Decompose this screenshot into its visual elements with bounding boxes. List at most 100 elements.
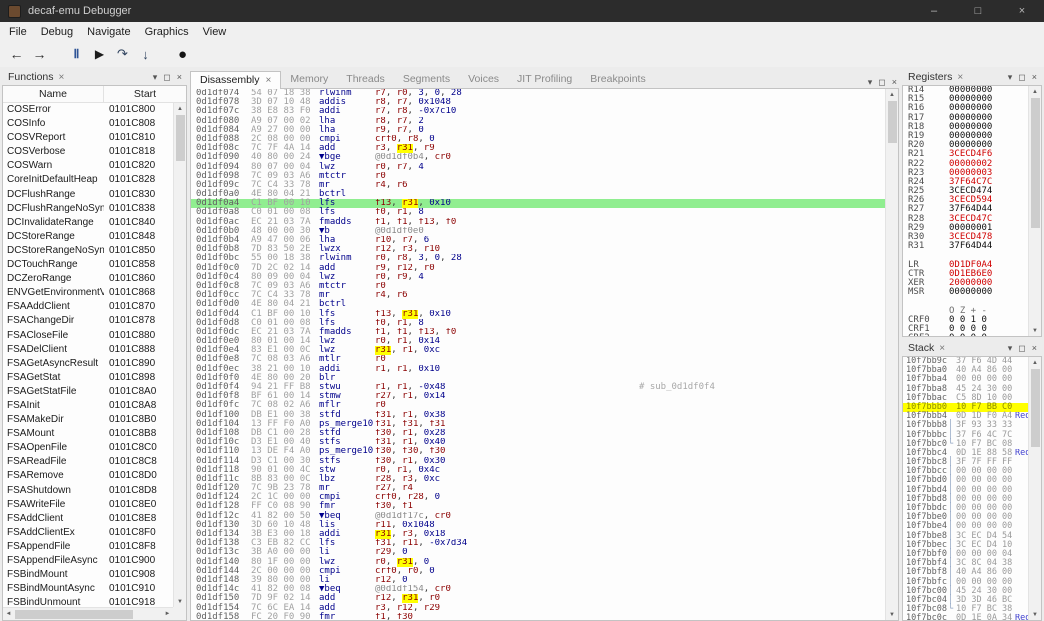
tab-memory[interactable]: Memory bbox=[281, 71, 337, 88]
function-row[interactable]: FSAMount0101C8B8 bbox=[3, 427, 173, 441]
menu-file[interactable]: File bbox=[2, 24, 34, 40]
registers-scroll-thumb[interactable] bbox=[1031, 98, 1040, 228]
function-row[interactable]: FSADelClient0101C888 bbox=[3, 343, 173, 357]
panel-menu-icon[interactable]: ▾ bbox=[1008, 72, 1013, 83]
stack-vertical-scrollbar[interactable]: ▲ ▼ bbox=[1028, 357, 1041, 620]
function-row[interactable]: COSVerbose0101C818 bbox=[3, 145, 173, 159]
tab-jit-profiling[interactable]: JIT Profiling bbox=[508, 71, 581, 88]
panel-float-icon[interactable]: ◻ bbox=[878, 77, 885, 88]
registers-tab-close-icon[interactable]: × bbox=[957, 72, 963, 83]
function-row[interactable]: FSAppendFile0101C8F8 bbox=[3, 540, 173, 554]
scroll-left-icon[interactable]: ◄ bbox=[3, 609, 14, 620]
panel-menu-icon[interactable]: ▾ bbox=[153, 72, 158, 83]
run-button[interactable]: ▶ bbox=[88, 43, 111, 65]
register-row[interactable]: R3137F64D44 bbox=[903, 242, 1028, 251]
function-row[interactable]: FSAOpenFile0101C8C0 bbox=[3, 441, 173, 455]
function-row[interactable]: FSAAddClient0101C870 bbox=[3, 300, 173, 314]
function-row[interactable]: DCFlushRangeNoSync0101C838 bbox=[3, 202, 173, 216]
column-header-start[interactable]: Start bbox=[104, 86, 186, 102]
panel-float-icon[interactable]: ◻ bbox=[1018, 72, 1025, 83]
function-row[interactable]: ENVGetEnvironmentVariable0101C868 bbox=[3, 286, 173, 300]
functions-horizontal-scrollbar[interactable]: ◄ ► bbox=[3, 607, 173, 620]
function-row[interactable]: FSAShutdown0101C8D8 bbox=[3, 484, 173, 498]
menu-view[interactable]: View bbox=[196, 24, 234, 40]
function-row[interactable]: DCInvalidateRange0101C840 bbox=[3, 216, 173, 230]
function-row[interactable]: FSACloseFile0101C880 bbox=[3, 329, 173, 343]
menu-debug[interactable]: Debug bbox=[34, 24, 80, 40]
function-row[interactable]: FSAReadFile0101C8C8 bbox=[3, 455, 173, 469]
scroll-right-icon[interactable]: ► bbox=[162, 609, 173, 620]
tab-disassembly[interactable]: Disassembly× bbox=[190, 71, 281, 89]
function-row[interactable]: FSAInit0101C8A8 bbox=[3, 399, 173, 413]
tab-voices[interactable]: Voices bbox=[459, 71, 508, 88]
maximize-button[interactable]: □ bbox=[956, 0, 1000, 22]
menu-navigate[interactable]: Navigate bbox=[80, 24, 137, 40]
function-row[interactable]: FSAWriteFile0101C8E0 bbox=[3, 498, 173, 512]
function-row[interactable]: FSAChangeDir0101C878 bbox=[3, 314, 173, 328]
function-row[interactable]: COSWarn0101C820 bbox=[3, 159, 173, 173]
pause-button[interactable]: Ⅱ bbox=[65, 43, 88, 65]
functions-vertical-scrollbar[interactable]: ▲ ▼ bbox=[173, 103, 186, 607]
panel-close-icon[interactable]: × bbox=[177, 72, 182, 83]
tab-threads[interactable]: Threads bbox=[337, 71, 394, 88]
panel-menu-icon[interactable]: ▾ bbox=[1008, 343, 1013, 354]
stack-scroll-thumb[interactable] bbox=[1031, 369, 1040, 447]
panel-float-icon[interactable]: ◻ bbox=[163, 72, 170, 83]
tab-segments[interactable]: Segments bbox=[394, 71, 459, 88]
function-row[interactable]: FSAGetStatFile0101C8A0 bbox=[3, 385, 173, 399]
registers-vertical-scrollbar[interactable]: ▲ ▼ bbox=[1028, 86, 1041, 336]
panel-close-icon[interactable]: × bbox=[892, 77, 897, 88]
menu-graphics[interactable]: Graphics bbox=[138, 24, 196, 40]
step-into-button[interactable]: ↓ bbox=[134, 43, 157, 65]
functions-tab-close-icon[interactable]: × bbox=[59, 72, 65, 83]
stack-tab-close-icon[interactable]: × bbox=[939, 343, 945, 354]
nav-forward-button[interactable]: → bbox=[28, 43, 51, 65]
function-row[interactable]: FSAddClientEx0101C8F0 bbox=[3, 526, 173, 540]
nav-back-button[interactable]: ← bbox=[5, 43, 28, 65]
scroll-up-icon[interactable]: ▲ bbox=[887, 89, 898, 100]
stack-row[interactable]: 10f7bc0c 0D 1E 0A 34RedCarpet::<unknown>… bbox=[903, 614, 1028, 620]
record-button[interactable]: ● bbox=[171, 43, 194, 65]
function-row[interactable]: FSAddClient0101C8E8 bbox=[3, 512, 173, 526]
function-row[interactable]: DCFlushRange0101C830 bbox=[3, 188, 173, 202]
function-row[interactable]: DCZeroRange0101C860 bbox=[3, 272, 173, 286]
function-row[interactable]: FSAGetAsyncResult0101C890 bbox=[3, 357, 173, 371]
panel-float-icon[interactable]: ◻ bbox=[1018, 343, 1025, 354]
scroll-down-icon[interactable]: ▼ bbox=[1030, 325, 1041, 336]
panel-close-icon[interactable]: × bbox=[1032, 343, 1037, 354]
scroll-down-icon[interactable]: ▼ bbox=[1030, 609, 1041, 620]
function-row[interactable]: FSBindMountAsync0101C910 bbox=[3, 582, 173, 596]
register-row[interactable]: CRF20 0 0 0 bbox=[903, 334, 1028, 336]
panel-close-icon[interactable]: × bbox=[1032, 72, 1037, 83]
function-row[interactable]: CoreInitDefaultHeap0101C828 bbox=[3, 173, 173, 187]
scroll-down-icon[interactable]: ▼ bbox=[175, 596, 186, 607]
function-row[interactable]: COSInfo0101C808 bbox=[3, 117, 173, 131]
column-header-name[interactable]: Name bbox=[3, 86, 104, 102]
function-row[interactable]: FSARemove0101C8D0 bbox=[3, 469, 173, 483]
disassembly-vertical-scrollbar[interactable]: ▲ ▼ bbox=[885, 89, 898, 620]
register-row[interactable]: MSR00000000 bbox=[903, 288, 1028, 297]
function-row[interactable]: FSBindMount0101C908 bbox=[3, 568, 173, 582]
functions-hscroll-thumb[interactable] bbox=[15, 610, 133, 619]
scroll-up-icon[interactable]: ▲ bbox=[1030, 86, 1041, 97]
close-button[interactable]: × bbox=[1000, 0, 1044, 22]
function-row[interactable]: FSAppendFileAsync0101C900 bbox=[3, 554, 173, 568]
minimize-button[interactable]: – bbox=[912, 0, 956, 22]
tab-close-icon[interactable]: × bbox=[266, 75, 272, 86]
function-row[interactable]: FSBindUnmount0101C918 bbox=[3, 596, 173, 607]
scroll-down-icon[interactable]: ▼ bbox=[887, 609, 898, 620]
disassembly-scroll-thumb[interactable] bbox=[888, 101, 897, 143]
tab-breakpoints[interactable]: Breakpoints bbox=[581, 71, 654, 88]
scroll-up-icon[interactable]: ▲ bbox=[1030, 357, 1041, 368]
function-row[interactable]: FSAMakeDir0101C8B0 bbox=[3, 413, 173, 427]
function-row[interactable]: COSVReport0101C810 bbox=[3, 131, 173, 145]
panel-menu-icon[interactable]: ▾ bbox=[868, 77, 873, 88]
function-row[interactable]: COSError0101C800 bbox=[3, 103, 173, 117]
function-row[interactable]: FSAGetStat0101C898 bbox=[3, 371, 173, 385]
function-row[interactable]: DCTouchRange0101C858 bbox=[3, 258, 173, 272]
function-row[interactable]: DCStoreRangeNoSync0101C850 bbox=[3, 244, 173, 258]
function-row[interactable]: DCStoreRange0101C848 bbox=[3, 230, 173, 244]
scroll-up-icon[interactable]: ▲ bbox=[175, 103, 186, 114]
functions-scroll-thumb[interactable] bbox=[176, 115, 185, 161]
disasm-line[interactable]: 0d1df158FC 20 F0 90fmrf1, f30 bbox=[191, 613, 885, 620]
